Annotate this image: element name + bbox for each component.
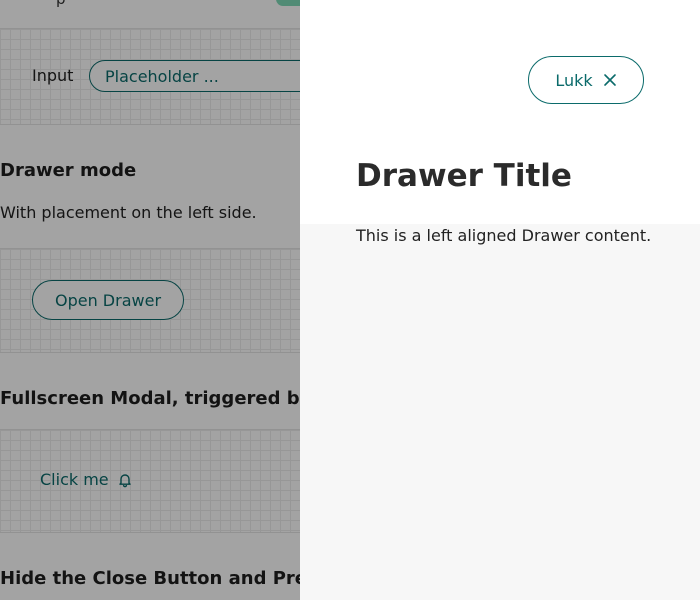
drawer-header: Lukk Drawer Title [300,0,700,224]
drawer-title: Drawer Title [356,158,572,194]
drawer-close-button[interactable]: Lukk [528,56,644,104]
drawer-panel: Lukk Drawer Title This is a left aligned… [300,0,700,600]
drawer-content-text: This is a left aligned Drawer content. [356,226,652,245]
close-button-label: Lukk [555,70,593,90]
close-icon [603,73,617,87]
